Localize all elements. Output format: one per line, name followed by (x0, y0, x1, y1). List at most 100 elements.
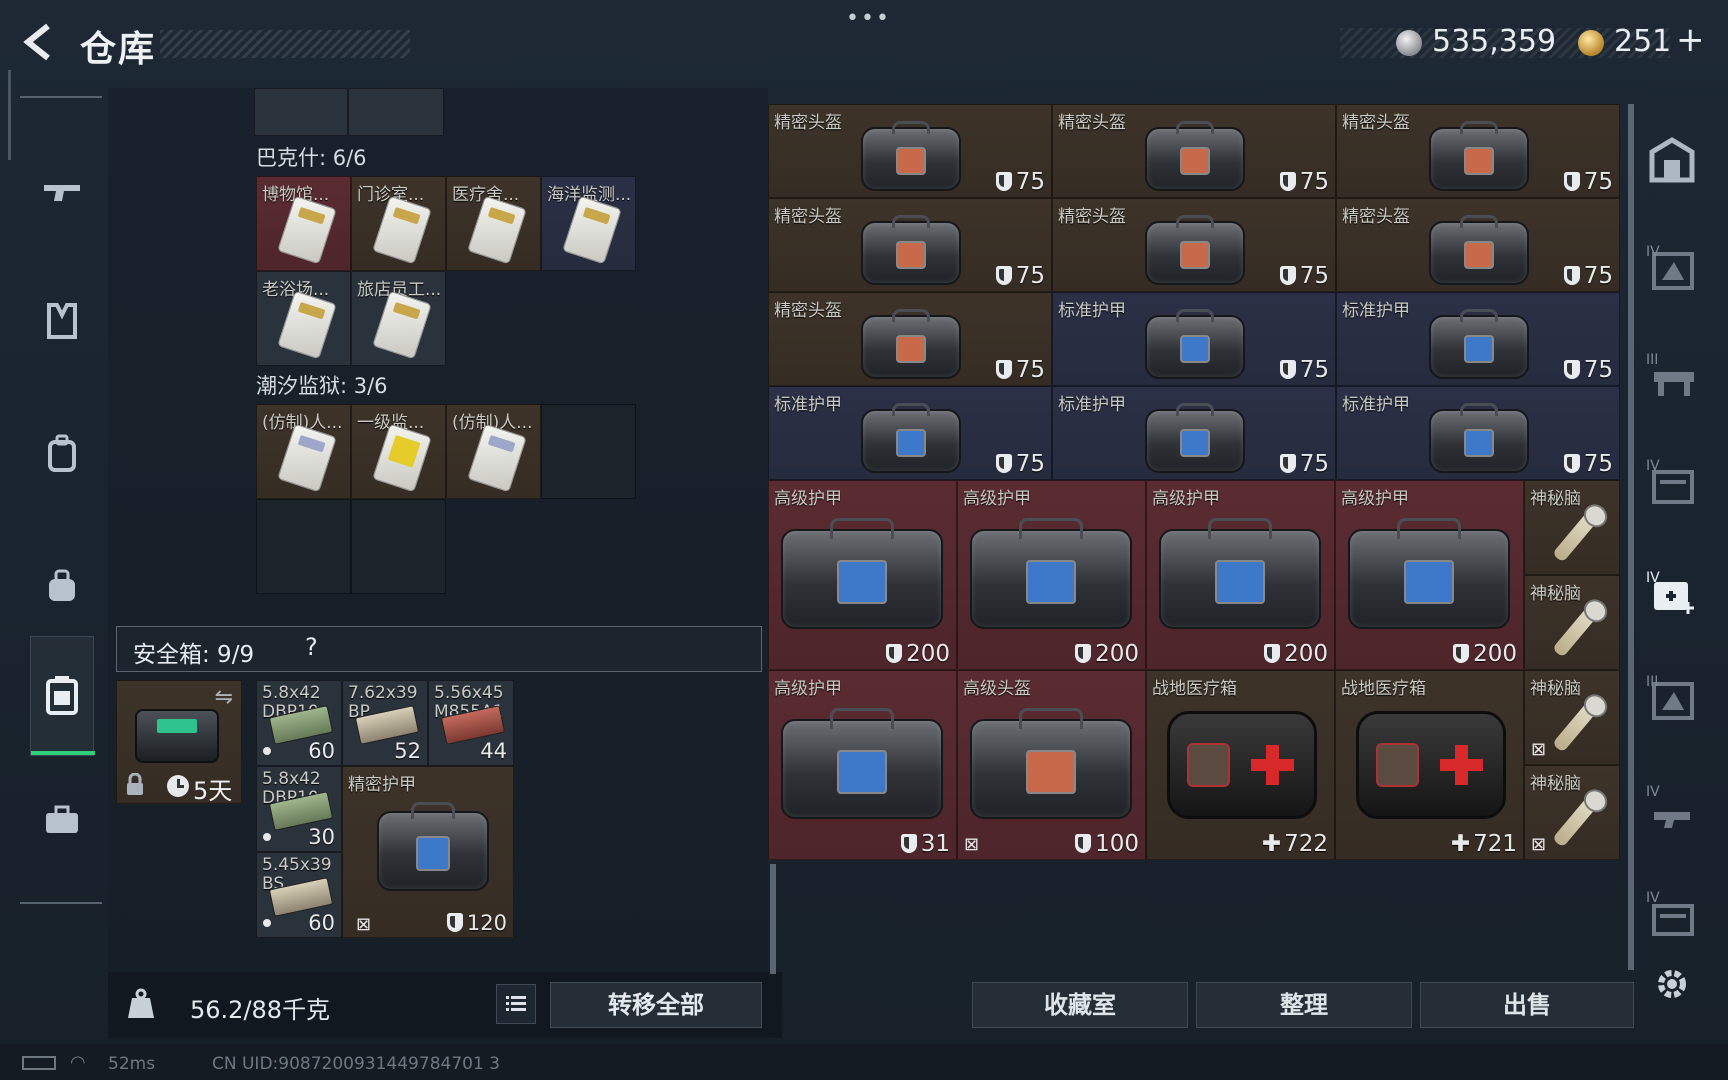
durability-value: 200 (1264, 641, 1328, 667)
armor-item[interactable]: 标准护甲 75 (1336, 386, 1620, 480)
organize-button[interactable]: 整理 (1196, 982, 1412, 1028)
no-repair-icon: ⊠ (356, 914, 372, 935)
helmet-image (1429, 120, 1529, 191)
helmet-item[interactable]: 精密头盔 75 (1052, 104, 1336, 198)
helmet-item[interactable]: 精密头盔 75 (1052, 198, 1336, 292)
ammo-item[interactable]: 5.45x39 BS 60 (256, 852, 342, 938)
ammo-station-icon[interactable]: IV (1644, 242, 1702, 298)
helmet-item[interactable]: 精密头盔 75 (768, 198, 1052, 292)
collection-room-button[interactable]: 收藏室 (972, 982, 1188, 1028)
keycard-item[interactable]: 博物馆... (256, 176, 351, 271)
add-gold-button[interactable]: + (1676, 20, 1705, 60)
briefcase-icon[interactable] (34, 798, 90, 854)
ammo-item[interactable]: 7.62x39 BP 52 (342, 680, 428, 766)
armor-item[interactable]: 标准护甲 75 (768, 386, 1052, 480)
implant-item[interactable]: 神秘脑 (1524, 480, 1620, 575)
keycard-item[interactable]: 海洋监测... (541, 176, 636, 271)
implant-item[interactable]: 神秘脑 ⊠ (1524, 670, 1620, 765)
ammo-item[interactable]: 5.8x42 DBP10 30 (256, 766, 342, 852)
sell-button[interactable]: 出售 (1420, 982, 1634, 1028)
helmet-item[interactable]: 精密头盔 75 (1336, 198, 1620, 292)
implant-image (1551, 509, 1601, 563)
warehouse-level-icon[interactable] (1644, 132, 1702, 188)
backpack-icon[interactable] (34, 434, 90, 490)
keycard-item[interactable]: (仿制)人... (446, 404, 541, 499)
back-arrow-icon[interactable] (18, 20, 58, 64)
vest-icon[interactable] (34, 302, 90, 358)
stash-empty-area[interactable] (768, 860, 1620, 864)
more-dots-icon[interactable]: ••• (846, 6, 891, 31)
item-label: 标准护甲 (1342, 301, 1410, 321)
item-label: 高级护甲 (963, 489, 1031, 509)
list-view-button[interactable] (496, 984, 536, 1024)
durability-value: 75 (995, 169, 1045, 195)
keycard-item[interactable]: 门诊室... (351, 176, 446, 271)
gear-icon[interactable] (1652, 964, 1692, 1008)
container-tab-active[interactable] (30, 636, 95, 756)
implant-item[interactable]: 神秘脑 (1524, 575, 1620, 670)
durability-value: 100 (1075, 831, 1139, 857)
armor-item[interactable]: 标准护甲 75 (1336, 292, 1620, 386)
battery-icon (22, 1056, 56, 1070)
helmet-item[interactable]: 精密头盔 75 (768, 104, 1052, 198)
workbench-icon[interactable]: III (1644, 350, 1702, 406)
armor-item[interactable]: 高级护甲 200 (1146, 480, 1335, 670)
durability-value: 75 (1563, 263, 1613, 289)
heal-value: ✚ 722 (1261, 831, 1328, 857)
firing-range-icon[interactable]: IV (1644, 782, 1702, 838)
safe-box-help-button[interactable]: ? (305, 633, 318, 661)
durability-value: 75 (1279, 451, 1329, 477)
implant-item[interactable]: 神秘脑 ⊠ (1524, 765, 1620, 860)
item-label: 高级护甲 (1341, 489, 1409, 509)
swap-icon[interactable]: ⇋ (215, 685, 233, 710)
item-label: 精密头盔 (774, 301, 842, 321)
durability-icon (886, 644, 903, 663)
helmet-item[interactable]: 精密头盔 75 (1336, 104, 1620, 198)
partial-cell[interactable] (254, 88, 348, 136)
durability-value: 75 (1563, 451, 1613, 477)
durability-value: 75 (1279, 357, 1329, 383)
tide-prison-collection-label: 潮汐监狱: 3/6 (256, 374, 388, 398)
keycard-item[interactable]: 旅店员工... (351, 271, 446, 366)
helmet-item[interactable]: 精密头盔 75 (768, 292, 1052, 386)
armor-item[interactable]: 标准护甲 75 (1052, 386, 1336, 480)
empty-slot[interactable] (351, 499, 446, 594)
storage-icon[interactable]: IV (1644, 888, 1702, 944)
armor-item[interactable]: 高级护甲 200 (957, 480, 1146, 670)
stash-scrollbar[interactable] (1628, 104, 1634, 970)
silver-coin-icon (1396, 30, 1422, 56)
durability-icon (1279, 172, 1296, 191)
empty-slot[interactable] (541, 404, 636, 499)
ammo-item[interactable]: 5.8x42 DBP10 60 (256, 680, 342, 766)
keycard-item[interactable]: 医疗舍... (446, 176, 541, 271)
rifle-icon[interactable] (34, 170, 90, 226)
partial-cell[interactable] (348, 88, 444, 136)
tech-center-icon[interactable]: IV (1644, 456, 1702, 512)
keycard-item[interactable]: 老浴场... (256, 271, 351, 366)
helmet-image (970, 707, 1132, 819)
armor-item[interactable]: 标准护甲 75 (1052, 292, 1336, 386)
helmet-item[interactable]: 高级头盔 100 ⊠ (957, 670, 1146, 860)
armor-station-icon[interactable]: III (1644, 672, 1702, 728)
medkit-item[interactable]: 战地医疗箱 ✚ 721 (1335, 670, 1524, 860)
keycard-item[interactable]: 一级监... (351, 404, 446, 499)
armor-item[interactable]: 高级护甲 200 (1335, 480, 1524, 670)
medical-station-icon[interactable]: IV (1644, 568, 1702, 624)
ping-readout: 52ms (108, 1054, 156, 1074)
empty-slot[interactable] (256, 499, 351, 594)
left-panel-scrollbar[interactable] (770, 864, 776, 974)
bag-icon[interactable] (34, 566, 90, 622)
gold-amount: 251 (1614, 24, 1672, 59)
no-repair-icon: ⊠ (1531, 834, 1547, 855)
armor-item[interactable]: 精密护甲 120 (342, 766, 514, 938)
keycard-item[interactable]: (仿制)人... (256, 404, 351, 499)
medkit-item[interactable]: 战地医疗箱 ✚ 722 (1146, 670, 1335, 860)
durability-value: 200 (1075, 641, 1139, 667)
ammo-item[interactable]: 5.56x45 M855A1 44 (428, 680, 514, 766)
durability-icon (900, 834, 917, 853)
transfer-all-button[interactable]: 转移全部 (550, 982, 762, 1028)
safe-box-container[interactable]: ⇋ 5天 (116, 680, 242, 804)
armor-item[interactable]: 高级护甲 31 (768, 670, 957, 860)
item-label: 精密头盔 (1342, 207, 1410, 227)
armor-item[interactable]: 高级护甲 200 (768, 480, 957, 670)
